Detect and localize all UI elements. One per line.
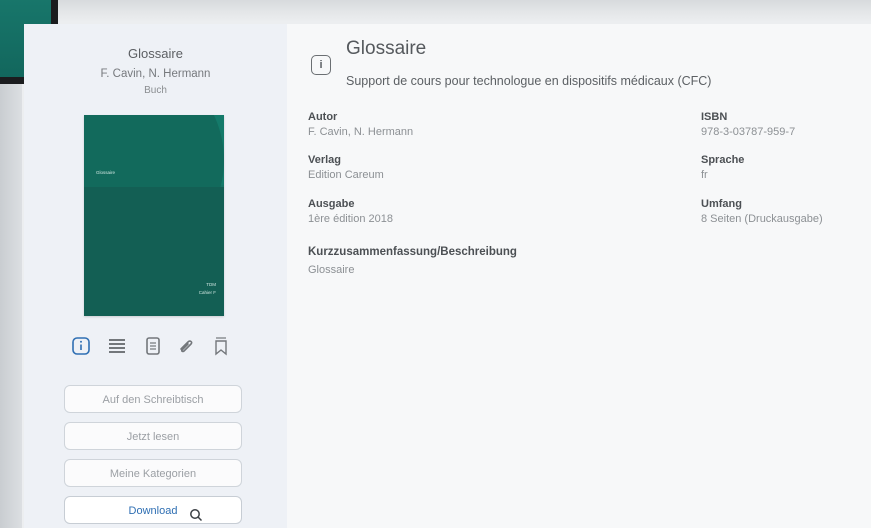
field-autor-value: F. Cavin, N. Hermann [308, 126, 414, 138]
field-isbn: ISBN 978-3-03787-959-7 [701, 110, 795, 140]
description-value: Glossaire [308, 264, 355, 276]
add-to-desk-button[interactable]: Auf den Schreibtisch [64, 385, 242, 413]
document-icon[interactable] [142, 335, 164, 357]
sidebar-book-type: Buch [144, 85, 167, 96]
field-sprache-label: Sprache [701, 154, 745, 166]
field-isbn-value: 978-3-03787-959-7 [701, 126, 796, 138]
sidebar-tab-icons [70, 331, 240, 361]
cover-title: Glossaire [96, 170, 116, 175]
page-title: Glossaire [346, 38, 427, 59]
cover-code: TDM [206, 282, 216, 287]
sidebar-book-author: F. Cavin, N. Hermann [100, 68, 211, 80]
cover-subtitle: Cahier F [198, 290, 216, 295]
book-details-panel: i Glossaire Support de cours pour techno… [287, 24, 871, 528]
field-isbn-label: ISBN [701, 111, 728, 123]
book-cover[interactable]: Glossaire TDM Cahier F [84, 115, 224, 316]
description-label: Kurzzusammenfassung/Beschreibung [308, 246, 517, 258]
field-sprache: Sprache fr [701, 153, 744, 183]
details-info-icon: i [311, 55, 331, 75]
app-window: Glossaire F. Cavin, N. Hermann Buch Glos… [24, 24, 871, 528]
field-ausgabe: Ausgabe 1ère édition 2018 [308, 197, 393, 227]
field-verlag-value: Edition Careum [308, 169, 384, 181]
field-autor: Autor F. Cavin, N. Hermann [308, 110, 413, 140]
field-sprache-value: fr [701, 169, 708, 181]
read-now-button[interactable]: Jetzt lesen [64, 422, 242, 450]
cursor-icon [190, 509, 203, 522]
cover-lower-band [84, 187, 224, 316]
field-autor-label: Autor [308, 111, 338, 123]
sidebar-book-title: Glossaire [128, 46, 183, 61]
field-verlag-label: Verlag [308, 154, 342, 166]
field-ausgabe-label: Ausgabe [308, 198, 355, 210]
bookmark-icon[interactable] [210, 335, 232, 357]
field-ausgabe-value: 1ère édition 2018 [308, 213, 394, 225]
page-subtitle: Support de cours pour technologue en dis… [346, 74, 712, 88]
book-sidebar: Glossaire F. Cavin, N. Hermann Buch Glos… [24, 24, 287, 528]
download-button[interactable]: Download [64, 496, 242, 524]
field-umfang-value: 8 Seiten (Druckausgabe) [701, 213, 823, 225]
info-icon[interactable] [70, 335, 92, 357]
field-umfang-label: Umfang [701, 198, 742, 210]
field-verlag: Verlag Edition Careum [308, 153, 384, 183]
screen: Glossaire F. Cavin, N. Hermann Buch Glos… [0, 0, 871, 528]
list-icon[interactable] [106, 335, 128, 357]
my-categories-button[interactable]: Meine Kategorien [64, 459, 242, 487]
field-umfang: Umfang 8 Seiten (Druckausgabe) [701, 197, 823, 227]
paperclip-icon[interactable] [176, 335, 198, 357]
